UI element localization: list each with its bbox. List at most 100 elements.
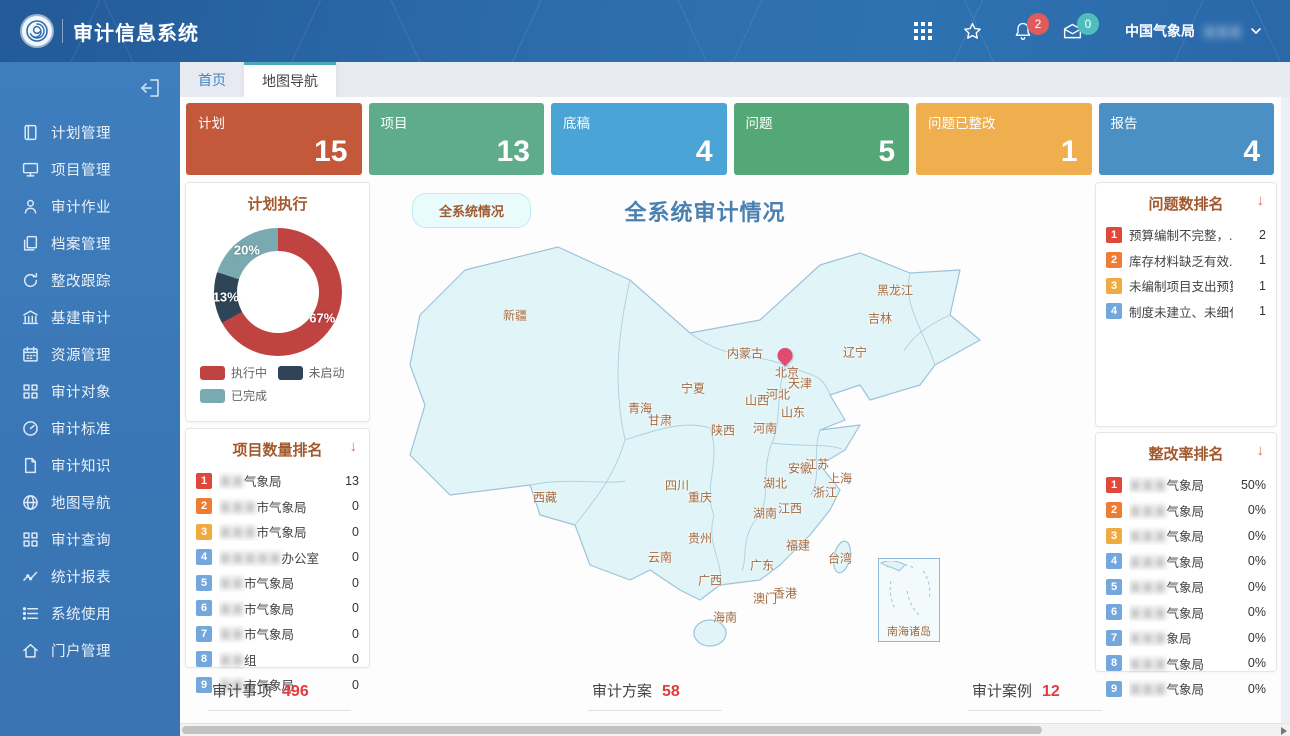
province-label-河南[interactable]: 河南 bbox=[753, 420, 777, 437]
stat-card-1[interactable]: 计划15 bbox=[186, 103, 362, 175]
rank-row[interactable]: 7某某市气象局0 bbox=[196, 621, 359, 647]
sidebar-item-14[interactable]: 系统使用 bbox=[0, 595, 180, 632]
sidebar-item-6[interactable]: 基建审计 bbox=[0, 299, 180, 336]
inset-label: 南海诸岛 bbox=[879, 623, 939, 639]
sort-desc-icon[interactable]: ↓ bbox=[350, 438, 358, 455]
sidebar-item-15[interactable]: 门户管理 bbox=[0, 632, 180, 669]
province-label-宁夏[interactable]: 宁夏 bbox=[681, 380, 705, 397]
province-label-海南[interactable]: 海南 bbox=[713, 609, 737, 626]
rank-row[interactable]: 4制度未建立、未细化1 bbox=[1106, 299, 1266, 325]
province-label-山东[interactable]: 山东 bbox=[781, 404, 805, 421]
sidebar-item-label: 审计对象 bbox=[51, 381, 111, 402]
province-label-内蒙古[interactable]: 内蒙古 bbox=[727, 345, 763, 362]
tab-1[interactable]: 首页 bbox=[180, 62, 244, 97]
user-org-label: 中国气象局 bbox=[1125, 21, 1195, 41]
scrollbar-right-arrow-icon[interactable] bbox=[1281, 727, 1287, 735]
province-label-甘肃[interactable]: 甘肃 bbox=[648, 412, 672, 429]
province-label-辽宁[interactable]: 辽宁 bbox=[843, 344, 867, 361]
stat-card-4[interactable]: 问题5 bbox=[734, 103, 910, 175]
mail-icon[interactable]: 0 bbox=[1061, 19, 1085, 43]
rank-row[interactable]: 8某某组0 bbox=[196, 647, 359, 673]
rank-row[interactable]: 3某某某市气象局0 bbox=[196, 519, 359, 545]
province-label-吉林[interactable]: 吉林 bbox=[868, 310, 892, 327]
sidebar-item-5[interactable]: 整改跟踪 bbox=[0, 262, 180, 299]
rank-row[interactable]: 4某某某气象局0% bbox=[1106, 549, 1266, 575]
rank-row-label: 某某某气象局 bbox=[1129, 501, 1233, 520]
stat-card-6[interactable]: 报告4 bbox=[1099, 103, 1275, 175]
sidebar-item-1[interactable]: 计划管理 bbox=[0, 114, 180, 151]
sidebar-item-3[interactable]: 审计作业 bbox=[0, 188, 180, 225]
province-label-广西[interactable]: 广西 bbox=[698, 572, 722, 589]
rank-row[interactable]: 4某某某某某办公室0 bbox=[196, 545, 359, 571]
rank-row[interactable]: 5某某某气象局0% bbox=[1106, 574, 1266, 600]
rank-row[interactable]: 7某某某象局0% bbox=[1106, 625, 1266, 651]
province-label-河北[interactable]: 河北 bbox=[766, 386, 790, 403]
plan-icon bbox=[22, 124, 39, 141]
province-label-江苏[interactable]: 江苏 bbox=[805, 456, 829, 473]
rank-row[interactable]: 5某某市气象局0 bbox=[196, 570, 359, 596]
horizontal-scrollbar[interactable] bbox=[180, 723, 1290, 736]
notification-count-badge[interactable]: 2 bbox=[1027, 13, 1049, 35]
rank-badge: 4 bbox=[196, 549, 212, 565]
province-label-台湾[interactable]: 台湾 bbox=[828, 550, 852, 567]
province-label-陕西[interactable]: 陕西 bbox=[711, 422, 735, 439]
sidebar-item-4[interactable]: 档案管理 bbox=[0, 225, 180, 262]
rank-row[interactable]: 3某某某气象局0% bbox=[1106, 523, 1266, 549]
notification-bell-icon[interactable]: 2 bbox=[1011, 19, 1035, 43]
sidebar-item-11[interactable]: 地图导航 bbox=[0, 484, 180, 521]
province-label-湖北[interactable]: 湖北 bbox=[763, 475, 787, 492]
stat-card-2[interactable]: 项目13 bbox=[369, 103, 545, 175]
top-header: 审计信息系统 2 bbox=[0, 0, 1290, 62]
scrollbar-thumb[interactable] bbox=[182, 726, 1042, 734]
sidebar-item-9[interactable]: 审计标准 bbox=[0, 410, 180, 447]
sidebar-item-13[interactable]: 统计报表 bbox=[0, 558, 180, 595]
audit-query-icon bbox=[22, 531, 39, 548]
province-label-天津[interactable]: 天津 bbox=[788, 375, 812, 392]
province-label-重庆[interactable]: 重庆 bbox=[688, 489, 712, 506]
sidebar-item-label: 基建审计 bbox=[51, 307, 111, 328]
province-label-西藏[interactable]: 西藏 bbox=[533, 489, 557, 506]
province-label-贵州[interactable]: 贵州 bbox=[688, 530, 712, 547]
rank-row[interactable]: 1某某气象局13 bbox=[196, 468, 359, 494]
rank-row[interactable]: 6某某市气象局0 bbox=[196, 596, 359, 622]
rank-row[interactable]: 6某某某气象局0% bbox=[1106, 600, 1266, 626]
sort-desc-icon[interactable]: ↓ bbox=[1257, 442, 1265, 459]
mail-count-badge[interactable]: 0 bbox=[1077, 13, 1099, 35]
sort-desc-icon[interactable]: ↓ bbox=[1257, 192, 1265, 209]
sidebar-collapse-icon[interactable] bbox=[138, 76, 162, 100]
province-label-云南[interactable]: 云南 bbox=[648, 549, 672, 566]
tab-2[interactable]: 地图导航 bbox=[244, 62, 336, 97]
sidebar-item-10[interactable]: 审计知识 bbox=[0, 447, 180, 484]
rank-row[interactable]: 1预算编制不完整，...2 bbox=[1106, 222, 1266, 248]
province-label-澳门[interactable]: 澳门 bbox=[753, 590, 777, 607]
sidebar-item-7[interactable]: 资源管理 bbox=[0, 336, 180, 373]
province-label-浙江[interactable]: 浙江 bbox=[813, 484, 837, 501]
rank-row[interactable]: 1某某某气象局50% bbox=[1106, 472, 1266, 498]
rank-badge: 3 bbox=[196, 524, 212, 540]
rank-row[interactable]: 3未编制项目支出预算1 bbox=[1106, 273, 1266, 299]
province-label-湖南[interactable]: 湖南 bbox=[753, 505, 777, 522]
sidebar-item-8[interactable]: 审计对象 bbox=[0, 373, 180, 410]
province-label-黑龙江[interactable]: 黑龙江 bbox=[877, 282, 913, 299]
stat-card-3[interactable]: 底稿4 bbox=[551, 103, 727, 175]
apps-grid-icon[interactable] bbox=[911, 19, 935, 43]
sidebar-item-2[interactable]: 项目管理 bbox=[0, 151, 180, 188]
stat-card-label: 报告 bbox=[1111, 112, 1138, 132]
user-menu[interactable]: 中国气象局 某某某 bbox=[1125, 21, 1262, 41]
rank-badge: 6 bbox=[196, 600, 212, 616]
province-label-广东[interactable]: 广东 bbox=[750, 557, 774, 574]
province-label-四川[interactable]: 四川 bbox=[665, 477, 689, 494]
stat-card-5[interactable]: 问题已整改1 bbox=[916, 103, 1092, 175]
province-label-江西[interactable]: 江西 bbox=[778, 500, 802, 517]
province-label-新疆[interactable]: 新疆 bbox=[503, 307, 527, 324]
province-label-福建[interactable]: 福建 bbox=[786, 537, 810, 554]
rank-row[interactable]: 2某某某气象局0% bbox=[1106, 498, 1266, 524]
rank-row-value: 0% bbox=[1240, 656, 1266, 670]
rank-row[interactable]: 2某某某市气象局0 bbox=[196, 494, 359, 520]
plan-donut-chart[interactable]: 67%13%20% bbox=[214, 228, 342, 356]
rank-row[interactable]: 8某某某气象局0% bbox=[1106, 651, 1266, 677]
rank-row[interactable]: 2库存材料缺乏有效...1 bbox=[1106, 248, 1266, 274]
sidebar-item-12[interactable]: 审计查询 bbox=[0, 521, 180, 558]
plan-panel-title: 计划执行 bbox=[186, 183, 369, 214]
favorite-star-icon[interactable] bbox=[961, 19, 985, 43]
